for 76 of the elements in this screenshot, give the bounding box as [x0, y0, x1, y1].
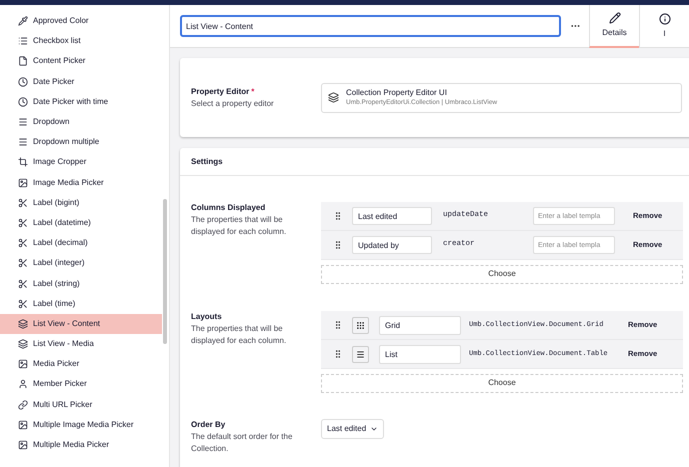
sidebar-item[interactable]: Label (bigint) — [0, 192, 162, 213]
drag-handle-icon[interactable] — [333, 349, 343, 359]
field-label: Order By — [191, 420, 226, 429]
sidebar-item[interactable]: Content Picker — [0, 51, 162, 72]
field-description: The properties that will be displayed for each column. — [191, 214, 288, 238]
sidebar-item[interactable]: Date Picker — [0, 72, 162, 92]
scrollbar-thumb[interactable] — [163, 199, 167, 344]
field-label: Property Editor — [191, 86, 250, 96]
field-description: Select a property editor — [191, 98, 275, 110]
layers-icon — [18, 318, 28, 329]
clock-icon — [18, 96, 28, 107]
sidebar-item[interactable]: Label (integer) — [0, 253, 162, 274]
sidebar-item[interactable]: Multiple Image Media Picker — [0, 414, 162, 435]
sidebar-item[interactable]: Date Picker with time — [0, 92, 162, 112]
layout-name-input[interactable]: Grid — [379, 316, 461, 334]
field-description: The default sort order for the Collection. — [191, 431, 294, 455]
file-icon — [18, 56, 28, 66]
scissors-icon — [18, 278, 28, 289]
sidebar-item[interactable]: List View - Content — [0, 314, 162, 334]
sidebar-item[interactable]: Image Media Picker — [0, 172, 162, 193]
scissors-icon — [18, 258, 28, 268]
sidebar-item[interactable]: Dropdown — [0, 112, 162, 132]
sidebar-item[interactable]: Label (time) — [0, 294, 162, 314]
sidebar-item[interactable]: Label (datetime) — [0, 212, 162, 234]
required-mark: * — [251, 86, 254, 96]
column-name-input[interactable]: Last edited — [352, 207, 432, 225]
chevron-down-icon — [370, 425, 378, 433]
image-icon — [18, 178, 28, 188]
menu-icon — [18, 117, 28, 128]
pipette-icon — [18, 16, 28, 26]
sidebar-item[interactable]: Label (decimal) — [0, 233, 162, 254]
sidebar-item[interactable]: Multiple Media Picker — [0, 434, 162, 456]
info-icon — [658, 12, 670, 24]
editor-name: Collection Property Editor UI — [346, 88, 448, 98]
field-label: Columns Displayed — [191, 203, 266, 212]
menu-icon — [356, 350, 365, 358]
crop-icon — [18, 157, 28, 168]
user-icon — [18, 379, 28, 390]
pencil-icon — [608, 12, 620, 24]
layout-icon-button[interactable] — [352, 346, 369, 362]
scissors-icon — [18, 218, 28, 228]
layout-name-input[interactable]: List — [379, 344, 461, 364]
choose-button[interactable]: Choose — [321, 264, 683, 284]
clock-icon — [18, 76, 28, 87]
drag-handle-icon[interactable] — [333, 211, 343, 221]
sidebar-item[interactable]: Member Picker — [0, 374, 162, 395]
field-label: Layouts — [191, 312, 222, 321]
sidebar-item[interactable]: List View - Media — [0, 334, 162, 354]
layers-icon — [18, 339, 28, 350]
menu-icon — [18, 137, 28, 148]
list-icon — [18, 36, 28, 46]
section-title: Settings — [191, 156, 223, 168]
column-name-input[interactable]: Updated by — [352, 236, 432, 254]
scissors-icon — [18, 298, 28, 309]
sidebar-item[interactable]: Checkbox list — [0, 31, 162, 52]
image-icon — [18, 420, 28, 430]
sidebar-item[interactable]: Label (string) — [0, 273, 162, 294]
grid-icon — [356, 320, 365, 330]
sidebar-item[interactable]: Dropdown multiple — [0, 132, 162, 152]
layout-icon-button[interactable] — [352, 316, 369, 334]
name-input[interactable]: List View - Content — [180, 15, 562, 37]
field-description: The properties that will be displayed for each column. — [191, 323, 288, 347]
link-icon — [18, 400, 28, 410]
sidebar-item[interactable]: Media Picker — [0, 354, 162, 374]
choose-button[interactable]: Choose — [321, 374, 683, 392]
scissors-icon — [18, 238, 28, 248]
image-icon — [18, 359, 28, 370]
scissors-icon — [18, 198, 28, 208]
sidebar-item[interactable]: Multi URL Picker — [0, 394, 162, 415]
sidebar-item[interactable]: Image Cropper — [0, 152, 162, 172]
order-by-select[interactable]: Last edited — [321, 419, 384, 439]
sidebar-item[interactable]: Approved Color — [0, 11, 162, 32]
drag-handle-icon[interactable] — [333, 240, 343, 250]
image-icon — [18, 440, 28, 450]
drag-handle-icon[interactable] — [333, 320, 343, 330]
layers-icon — [328, 92, 339, 103]
